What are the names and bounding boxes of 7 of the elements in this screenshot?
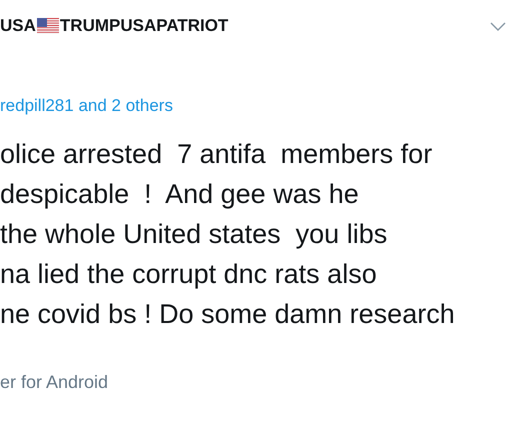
author-name: TRUMPUSAPATRIOT	[60, 16, 228, 36]
chevron-down-icon[interactable]	[490, 22, 506, 30]
replying-to-link[interactable]: redpill281 and 2 others	[0, 96, 520, 116]
tweet-text: olice arrested 7 antifa members for despicable ! And gee was he the whole United states you libs na lied the corrupt dnc rats also ne covid bs ! Do some damn research	[0, 138, 456, 331]
author-name: USA	[0, 16, 36, 36]
flag-icon	[36, 18, 59, 34]
tweet-source: er for Android	[0, 372, 110, 393]
